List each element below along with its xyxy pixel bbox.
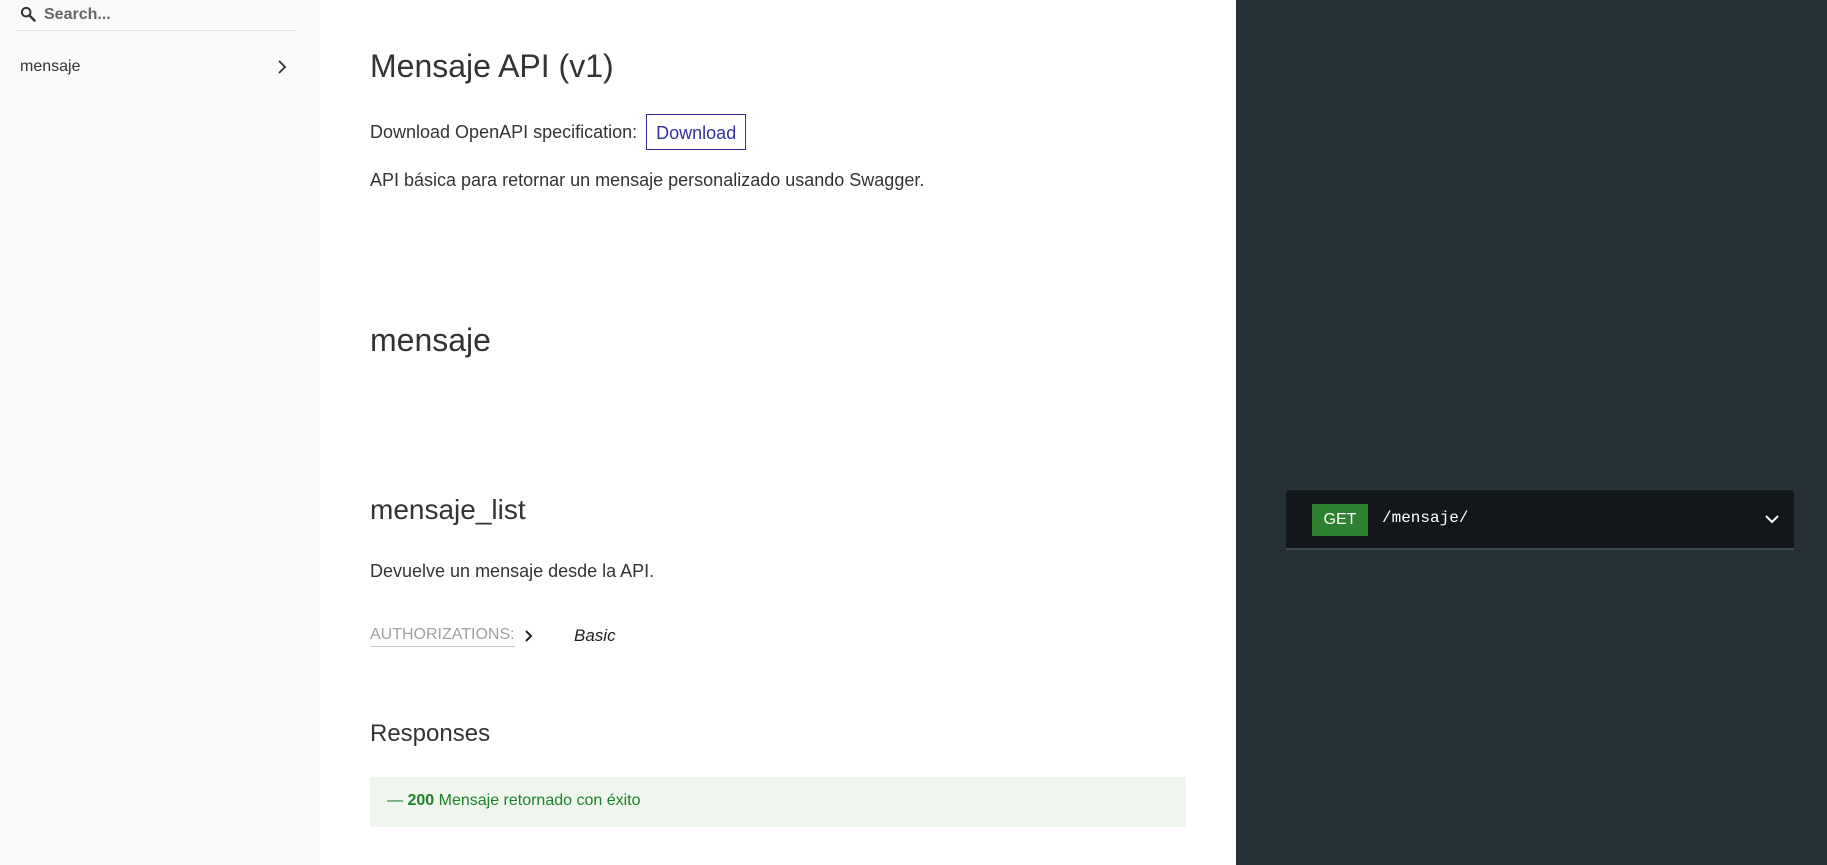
response-description: Mensaje retornado con éxito xyxy=(438,792,641,809)
authorizations-toggle[interactable]: AUTHORIZATIONS: xyxy=(370,626,515,647)
http-method-badge: GET xyxy=(1312,504,1368,536)
page-title: Mensaje API (v1) xyxy=(370,48,614,84)
sidebar-item-label: mensaje xyxy=(20,58,81,75)
endpoint-dropdown[interactable]: GET /mensaje/ xyxy=(1286,490,1794,550)
endpoint-path: /mensaje/ xyxy=(1382,509,1469,527)
api-description: API básica para retornar un mensaje pers… xyxy=(370,170,925,190)
download-row: Download OpenAPI specification: Download xyxy=(370,113,747,151)
authorization-scheme: Basic xyxy=(574,626,616,645)
redoc-page: mensaje Mensaje API (v1) Download OpenAP… xyxy=(0,0,1827,865)
right-panel: GET /mensaje/ xyxy=(1236,0,1827,865)
search-icon xyxy=(20,6,36,22)
chevron-right-icon xyxy=(278,60,287,74)
response-dash: — xyxy=(387,792,408,809)
api-content: Mensaje API (v1) Download OpenAPI specif… xyxy=(320,0,1236,865)
response-row-text: — 200 Mensaje retornado con éxito xyxy=(387,792,641,810)
response-code: 200 xyxy=(407,792,435,809)
search-box xyxy=(16,0,295,31)
authorizations-row: AUTHORIZATIONS: Basic xyxy=(370,624,770,650)
chevron-right-icon[interactable] xyxy=(522,629,536,643)
operation-title: mensaje_list xyxy=(370,494,526,525)
responses-title: Responses xyxy=(370,720,491,747)
response-200[interactable]: — 200 Mensaje retornado con éxito xyxy=(370,777,1186,827)
tag-section-title: mensaje xyxy=(370,322,491,358)
search-input[interactable] xyxy=(44,2,289,28)
sidebar-item-mensaje[interactable]: mensaje xyxy=(0,50,300,84)
operation-description: Devuelve un mensaje desde la API. xyxy=(370,561,655,581)
chevron-down-icon[interactable] xyxy=(1764,511,1780,527)
sidebar: mensaje xyxy=(0,0,320,865)
download-button[interactable]: Download xyxy=(646,114,747,150)
download-label: Download OpenAPI specification: xyxy=(370,121,638,142)
